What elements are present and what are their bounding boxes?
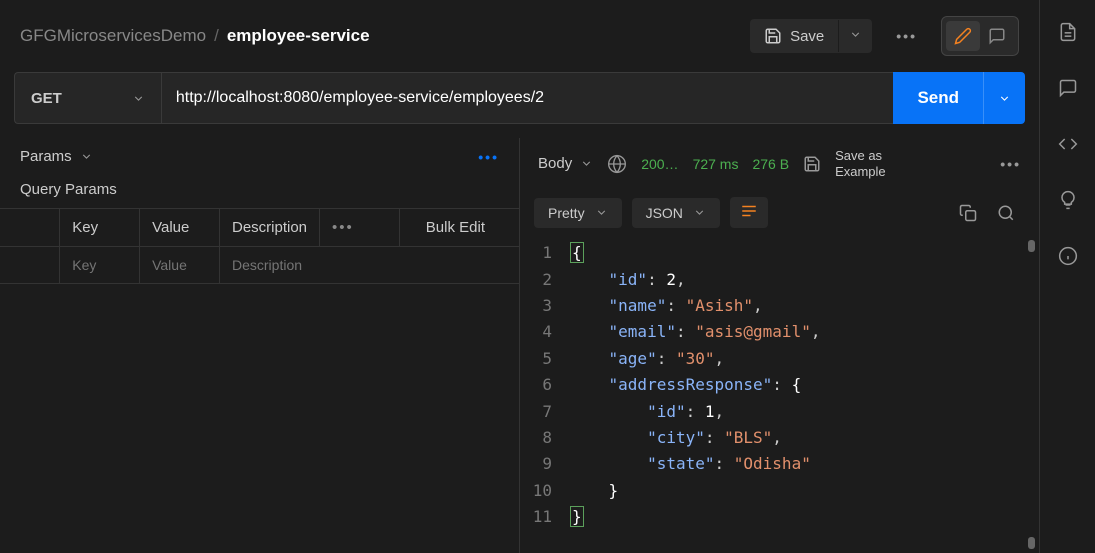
globe-icon[interactable] [607,154,627,174]
view-mode[interactable]: Pretty [534,198,622,228]
code-line: 1{ [520,240,1039,266]
send-dropdown[interactable] [983,72,1025,124]
scrollbar-top[interactable] [1028,240,1035,252]
comment-mode-button[interactable] [980,21,1014,51]
save-button[interactable]: Save [750,19,838,53]
save-button-group: Save [750,19,872,53]
bulk-edit[interactable]: Bulk Edit [412,219,485,236]
docs-icon[interactable] [1056,20,1080,44]
code-line: 10 } [520,478,1039,504]
status-code: 200… [641,156,678,172]
search-icon[interactable] [997,204,1015,222]
code-line: 3 "name": "Asish", [520,293,1039,319]
params-table: Key Value Description ••• Bulk Edit [0,208,519,284]
wrap-icon [740,204,758,218]
format-select[interactable]: JSON [632,198,720,228]
scrollbar-bottom[interactable] [1028,537,1035,549]
code-line: 2 "id": 2, [520,267,1039,293]
col-value: Value [140,209,220,247]
save-as-example[interactable]: Save as Example [835,148,886,179]
value-input[interactable] [152,257,207,273]
col-desc: Description [219,209,319,247]
status-size: 276 B [752,156,789,172]
comment-icon [988,27,1006,45]
response-body[interactable]: 1{2 "id": 2,3 "name": "Asish",4 "email":… [520,236,1039,553]
code-line: 9 "state": "Odisha" [520,451,1039,477]
save-dropdown[interactable] [838,20,872,52]
desc-input[interactable] [232,257,507,273]
save-icon [764,27,782,45]
breadcrumb: GFGMicroservicesDemo / employee-service [20,26,738,46]
col-key: Key [60,209,140,247]
copy-icon[interactable] [959,204,977,222]
wrap-toggle[interactable] [730,197,768,228]
breadcrumb-current: employee-service [227,26,370,46]
tab-body[interactable]: Body [538,155,593,172]
chevron-down-icon [132,92,145,105]
info-icon[interactable] [1056,244,1080,268]
save-response-icon[interactable] [803,155,821,173]
right-sidebar [1039,0,1095,553]
chevron-down-icon [998,92,1011,105]
chevron-down-icon [580,157,593,170]
method-select[interactable]: GET [14,72,161,124]
pencil-icon [954,27,972,45]
send-button[interactable]: Send [893,72,983,124]
row-more[interactable]: ••• [332,219,354,236]
code-line: 5 "age": "30", [520,346,1039,372]
params-more[interactable]: ••• [478,149,499,165]
edit-mode-button[interactable] [946,21,980,51]
chevron-down-icon [849,28,862,41]
chevron-down-icon [80,150,93,163]
key-input[interactable] [72,257,127,273]
code-line: 4 "email": "asis@gmail", [520,319,1039,345]
chevron-down-icon [595,206,608,219]
breadcrumb-project[interactable]: GFGMicroservicesDemo [20,26,206,46]
code-line: 11} [520,504,1039,530]
code-line: 8 "city": "BLS", [520,425,1039,451]
url-input[interactable] [161,72,894,124]
hint-icon[interactable] [1056,188,1080,212]
code-icon[interactable] [1056,132,1080,156]
status-time: 727 ms [693,156,739,172]
code-line: 7 "id": 1, [520,399,1039,425]
code-line: 6 "addressResponse": { [520,372,1039,398]
comments-icon[interactable] [1056,76,1080,100]
response-more[interactable]: ••• [1000,156,1021,172]
query-params-header: Query Params [0,175,519,208]
more-actions[interactable]: ••• [884,28,929,44]
tab-params[interactable]: Params [20,148,93,165]
chevron-down-icon [693,206,706,219]
